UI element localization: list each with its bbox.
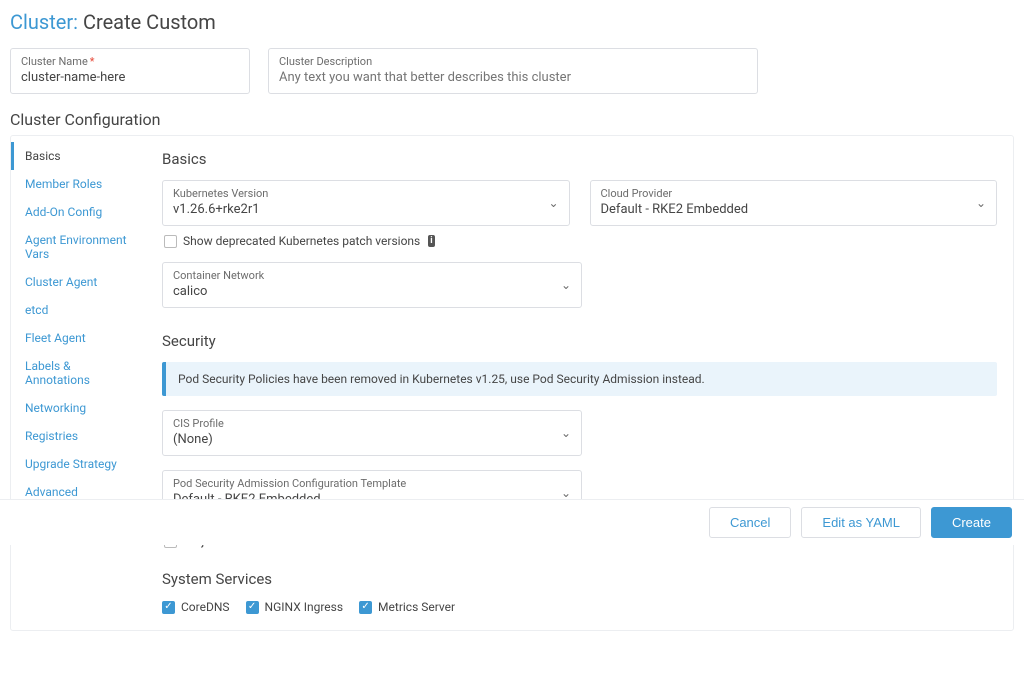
cluster-name-field[interactable]: Cluster Name* bbox=[10, 48, 250, 94]
show-deprecated-checkbox[interactable] bbox=[164, 235, 177, 248]
nginx-ingress-label: NGINX Ingress bbox=[265, 600, 344, 614]
sidebar-item-agent-env-vars[interactable]: Agent Environment Vars bbox=[11, 226, 146, 268]
container-network-label: Container Network bbox=[173, 269, 571, 282]
psp-removed-banner: Pod Security Policies have been removed … bbox=[162, 362, 997, 396]
edit-as-yaml-button[interactable]: Edit as YAML bbox=[801, 507, 921, 538]
psa-template-label: Pod Security Admission Configuration Tem… bbox=[173, 477, 571, 490]
config-heading: Cluster Configuration bbox=[10, 110, 1014, 129]
coredns-label: CoreDNS bbox=[181, 600, 230, 614]
metrics-server-row[interactable]: Metrics Server bbox=[359, 600, 455, 614]
cis-profile-label: CIS Profile bbox=[173, 417, 571, 430]
cluster-name-input[interactable] bbox=[21, 70, 239, 85]
footer-bar: Cancel Edit as YAML Create bbox=[0, 499, 1024, 545]
chevron-down-icon: ⌄ bbox=[561, 486, 571, 500]
config-panel: Basics Member Roles Add-On Config Agent … bbox=[10, 135, 1014, 631]
basics-heading: Basics bbox=[162, 150, 997, 168]
cloud-provider-value: Default - RKE2 Embedded bbox=[601, 202, 987, 217]
chevron-down-icon: ⌄ bbox=[561, 426, 571, 440]
config-main: Basics Kubernetes Version v1.26.6+rke2r1… bbox=[146, 136, 1013, 630]
kubernetes-version-select[interactable]: Kubernetes Version v1.26.6+rke2r1 ⌄ bbox=[162, 180, 570, 226]
sidebar-item-member-roles[interactable]: Member Roles bbox=[11, 170, 146, 198]
sidebar-item-basics[interactable]: Basics bbox=[11, 142, 146, 170]
page-title-text: Create Custom bbox=[83, 10, 216, 34]
system-services-heading: System Services bbox=[162, 570, 997, 588]
sidebar-item-upgrade-strategy[interactable]: Upgrade Strategy bbox=[11, 450, 146, 478]
sidebar-item-registries[interactable]: Registries bbox=[11, 422, 146, 450]
page-title: Cluster: Create Custom bbox=[10, 10, 1014, 34]
cis-profile-select[interactable]: CIS Profile (None) ⌄ bbox=[162, 410, 582, 456]
cloud-provider-select[interactable]: Cloud Provider Default - RKE2 Embedded ⌄ bbox=[590, 180, 998, 226]
sidebar-item-cluster-agent[interactable]: Cluster Agent bbox=[11, 268, 146, 296]
cloud-provider-label: Cloud Provider bbox=[601, 187, 987, 200]
metrics-server-label: Metrics Server bbox=[378, 600, 455, 614]
sidebar-item-networking[interactable]: Networking bbox=[11, 394, 146, 422]
cluster-description-label: Cluster Description bbox=[279, 55, 747, 68]
nginx-ingress-checkbox[interactable] bbox=[246, 601, 259, 614]
chevron-down-icon: ⌄ bbox=[548, 196, 558, 210]
chevron-down-icon: ⌄ bbox=[976, 196, 986, 210]
config-sidebar: Basics Member Roles Add-On Config Agent … bbox=[11, 136, 146, 630]
cluster-name-label: Cluster Name* bbox=[21, 55, 239, 68]
sidebar-item-add-on-config[interactable]: Add-On Config bbox=[11, 198, 146, 226]
sidebar-item-labels-annotations[interactable]: Labels & Annotations bbox=[11, 352, 146, 394]
show-deprecated-label: Show deprecated Kubernetes patch version… bbox=[183, 234, 420, 248]
security-heading: Security bbox=[162, 332, 997, 350]
sidebar-item-fleet-agent[interactable]: Fleet Agent bbox=[11, 324, 146, 352]
container-network-select[interactable]: Container Network calico ⌄ bbox=[162, 262, 582, 308]
info-icon[interactable]: i bbox=[428, 235, 434, 247]
coredns-checkbox[interactable] bbox=[162, 601, 175, 614]
cluster-description-field[interactable]: Cluster Description bbox=[268, 48, 758, 94]
cis-profile-value: (None) bbox=[173, 432, 571, 447]
coredns-row[interactable]: CoreDNS bbox=[162, 600, 230, 614]
metrics-server-checkbox[interactable] bbox=[359, 601, 372, 614]
sidebar-item-etcd[interactable]: etcd bbox=[11, 296, 146, 324]
kubernetes-version-value: v1.26.6+rke2r1 bbox=[173, 202, 559, 217]
chevron-down-icon: ⌄ bbox=[561, 278, 571, 292]
nginx-ingress-row[interactable]: NGINX Ingress bbox=[246, 600, 344, 614]
container-network-value: calico bbox=[173, 284, 571, 299]
kubernetes-version-label: Kubernetes Version bbox=[173, 187, 559, 200]
show-deprecated-row[interactable]: Show deprecated Kubernetes patch version… bbox=[164, 234, 997, 248]
create-button[interactable]: Create bbox=[931, 507, 1012, 538]
cancel-button[interactable]: Cancel bbox=[709, 507, 791, 538]
page-title-prefix: Cluster: bbox=[10, 10, 78, 34]
cluster-description-input[interactable] bbox=[279, 70, 747, 85]
